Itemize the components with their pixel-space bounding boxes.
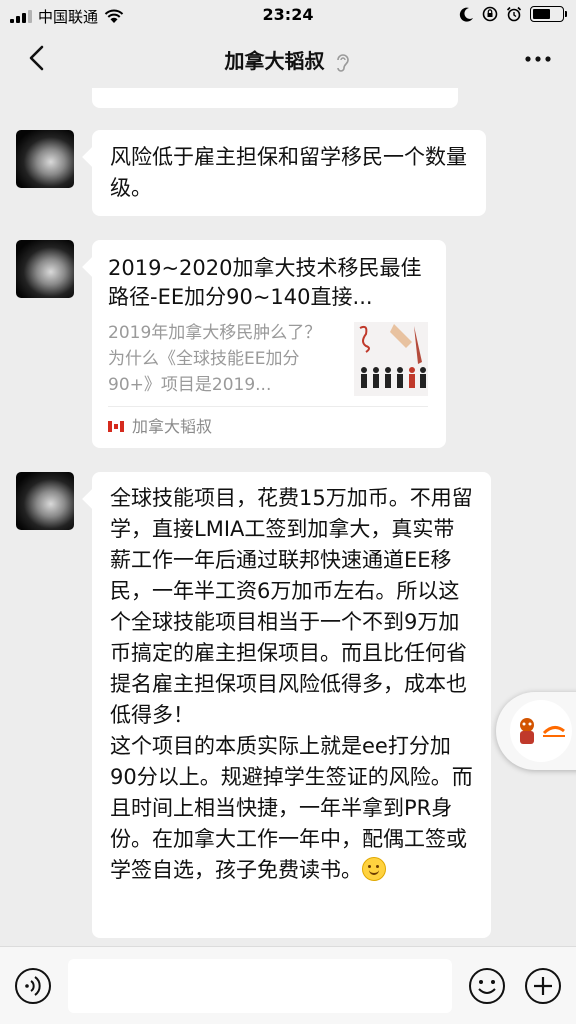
ear-icon xyxy=(337,53,350,72)
battery-icon xyxy=(530,6,567,22)
thumbnail-figures-icon xyxy=(359,324,426,388)
avatar[interactable] xyxy=(16,240,74,298)
link-card-thumbnail xyxy=(354,322,428,396)
alarm-icon xyxy=(506,6,522,22)
link-card[interactable]: 2019~2020加拿大技术移民最佳路径-EE加分90~140直接... 201… xyxy=(92,240,446,448)
link-card-source: 加拿大韬叔 xyxy=(108,406,428,446)
avatar[interactable] xyxy=(16,130,74,188)
message-input[interactable] xyxy=(68,959,452,1013)
emoji-icon xyxy=(469,968,505,1004)
link-card-source-name: 加拿大韬叔 xyxy=(132,417,213,436)
message-text: 全球技能项目，花费15万加币。不用留学，直接LMIA工签到加拿大，真实带薪工作一… xyxy=(110,486,473,882)
plus-button[interactable] xyxy=(524,967,562,1005)
text-bubble[interactable]: 全球技能项目，花费15万加币。不用留学，直接LMIA工签到加拿大，真实带薪工作一… xyxy=(92,472,491,938)
previous-message-bubble[interactable] xyxy=(92,88,458,108)
rotation-lock-icon xyxy=(482,6,498,22)
smiling-face-icon xyxy=(362,857,386,881)
moon-icon xyxy=(459,7,473,22)
chat-area[interactable]: 风险低于雇主担保和留学移民一个数量级。 2019~2020加拿大技术移民最佳路径… xyxy=(0,88,576,946)
nav-bar: 加拿大韬叔 xyxy=(0,30,576,88)
emoji-button[interactable] xyxy=(468,967,506,1005)
link-card-title: 2019~2020加拿大技术移民最佳路径-EE加分90~140直接... xyxy=(108,256,422,309)
chat-title: 加拿大韬叔 xyxy=(0,45,576,74)
voice-button[interactable] xyxy=(14,967,52,1005)
avatar[interactable] xyxy=(16,472,74,530)
link-card-body: 2019年加拿大移民肿么了？为什么《全球技能EE加分90+》项目是2019... xyxy=(108,320,428,400)
alibaba-mascot-icon xyxy=(510,700,572,762)
text-bubble[interactable]: 风险低于雇主担保和留学移民一个数量级。 xyxy=(92,130,486,216)
voice-icon xyxy=(15,968,51,1004)
chat-title-text: 加拿大韬叔 xyxy=(224,49,325,73)
canada-flag-icon xyxy=(108,421,124,432)
input-bar xyxy=(0,946,576,1024)
status-right xyxy=(459,6,567,22)
plus-icon xyxy=(525,968,561,1004)
floating-widget[interactable] xyxy=(496,692,576,770)
message-text: 风险低于雇主担保和留学移民一个数量级。 xyxy=(110,145,467,200)
status-bar: 中国联通 23:24 xyxy=(0,0,576,30)
more-button[interactable] xyxy=(520,44,556,74)
link-card-description: 2019年加拿大移民肿么了？为什么《全球技能EE加分90+》项目是2019... xyxy=(108,323,322,395)
more-dots-icon xyxy=(525,56,551,62)
